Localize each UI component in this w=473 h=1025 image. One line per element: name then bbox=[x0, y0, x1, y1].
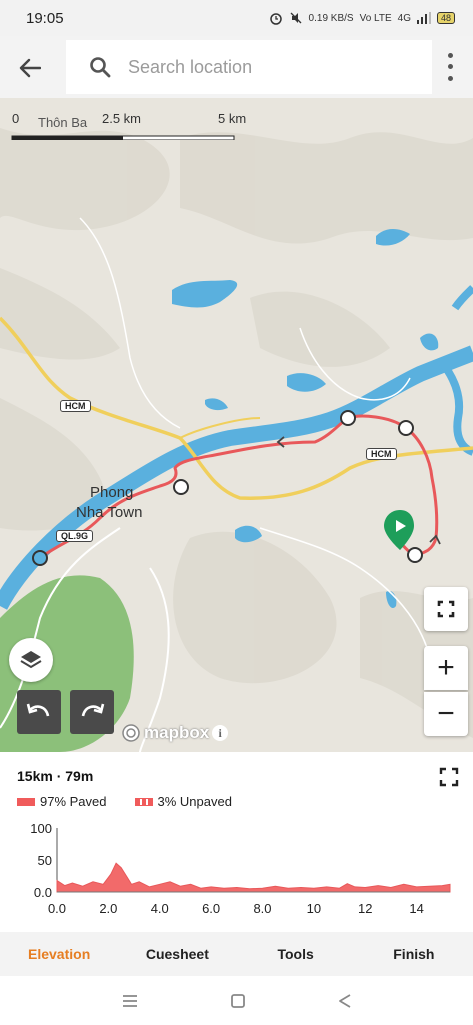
legend-paved-label: 97% Paved bbox=[40, 794, 107, 809]
x-tick-label: 0.0 bbox=[48, 901, 66, 916]
arrow-left-icon bbox=[19, 58, 41, 78]
status-time: 19:05 bbox=[26, 9, 64, 27]
more-options-button[interactable] bbox=[438, 50, 462, 84]
route-stats: 15km · 79m bbox=[17, 768, 94, 784]
battery-icon: 48 bbox=[436, 12, 455, 24]
place-label-thon-ba: Thôn Ba bbox=[38, 115, 88, 130]
road-shield-hcm: HCM bbox=[366, 448, 397, 460]
search-input[interactable] bbox=[128, 56, 408, 78]
elevation-area bbox=[56, 862, 451, 893]
place-label-phong: Phong bbox=[90, 484, 134, 501]
status-icons: 0.19 KB/S Vo LTE 4G 48 bbox=[269, 11, 455, 25]
undo-icon bbox=[26, 703, 50, 717]
alarm-icon bbox=[269, 13, 282, 25]
tab-elevation[interactable]: Elevation bbox=[0, 946, 118, 962]
scale-label-zero: 0 bbox=[12, 111, 20, 126]
x-tick-label: 14 bbox=[409, 901, 423, 916]
minus-icon: − bbox=[437, 697, 455, 730]
more-dot bbox=[447, 75, 453, 81]
layers-button[interactable] bbox=[9, 638, 53, 682]
surface-legend: 97% Paved 3% Unpaved bbox=[17, 794, 232, 809]
x-tick-label: 4.0 bbox=[151, 901, 169, 916]
scale-label-max: 5 km bbox=[218, 111, 247, 126]
network-label: Vo LTE bbox=[359, 12, 392, 24]
search-icon bbox=[90, 57, 111, 78]
elevation-panel: 15km · 79m 97% Paved 3% Unpaved 0.0 50 100… bbox=[0, 752, 473, 932]
search-box[interactable] bbox=[66, 40, 432, 94]
x-tick-label: 12 bbox=[358, 901, 372, 916]
mapbox-text: mapbox bbox=[144, 723, 210, 742]
mapbox-attribution[interactable]: mapbox i bbox=[121, 723, 229, 743]
x-tick-label: 10 bbox=[307, 901, 321, 916]
plus-icon: + bbox=[437, 651, 455, 684]
mapbox-logo-icon bbox=[122, 724, 140, 742]
map-canvas[interactable] bbox=[0, 98, 473, 752]
back-triangle-icon[interactable] bbox=[337, 992, 353, 1010]
x-tick-label: 2.0 bbox=[99, 901, 117, 916]
more-vert-icon bbox=[447, 53, 453, 59]
y-tick-label: 0.0 bbox=[34, 885, 52, 900]
legend-unpaved: 3% Unpaved bbox=[134, 794, 232, 809]
system-nav-bar bbox=[0, 976, 473, 1025]
place-label-nha-town: Nha Town bbox=[76, 504, 143, 521]
paved-swatch bbox=[17, 797, 35, 806]
signal-label: 4G bbox=[397, 12, 411, 24]
redo-button[interactable] bbox=[70, 690, 114, 734]
more-dot bbox=[447, 64, 453, 70]
y-tick-label: 50 bbox=[38, 853, 52, 868]
y-tick-label: 100 bbox=[30, 821, 52, 836]
x-tick-label: 8.0 bbox=[253, 901, 271, 916]
menu-icon[interactable] bbox=[121, 993, 139, 1009]
signal-icon bbox=[416, 12, 431, 24]
home-icon[interactable] bbox=[229, 992, 247, 1010]
tab-tools[interactable]: Tools bbox=[237, 946, 355, 962]
zoom-in-button[interactable]: + bbox=[424, 646, 468, 690]
status-bar: 19:05 0.19 KB/S Vo LTE 4G 48 bbox=[0, 0, 473, 36]
legend-unpaved-label: 3% Unpaved bbox=[157, 794, 232, 809]
road-shield-ql9g: QL.9G bbox=[56, 530, 94, 542]
bottom-tab-bar: Elevation Cuesheet Tools Finish bbox=[0, 932, 473, 976]
zoom-out-button[interactable]: − bbox=[424, 692, 468, 736]
x-tick-label: 6.0 bbox=[202, 901, 220, 916]
legend-paved: 97% Paved bbox=[17, 794, 107, 809]
back-button[interactable] bbox=[14, 52, 46, 84]
road-shield-hcm: HCM bbox=[60, 400, 91, 412]
layers-icon bbox=[20, 651, 42, 669]
fullscreen-icon bbox=[437, 600, 455, 618]
app-bar bbox=[0, 36, 473, 98]
info-icon[interactable]: i bbox=[212, 725, 229, 741]
elevation-chart[interactable]: 0.0 50 100 0.0 2.0 4.0 6.0 8.0 10 12 14 bbox=[0, 820, 473, 932]
undo-button[interactable] bbox=[17, 690, 61, 734]
scale-label-mid: 2.5 km bbox=[102, 111, 142, 126]
net-speed: 0.19 KB/S bbox=[308, 12, 354, 24]
fullscreen-button[interactable] bbox=[424, 587, 468, 631]
unpaved-swatch bbox=[134, 797, 153, 806]
mute-icon bbox=[290, 12, 302, 24]
redo-icon bbox=[81, 703, 105, 717]
map-view[interactable]: 0 Thôn Ba 2.5 km 5 km Phong Nha Town HCM… bbox=[0, 98, 473, 752]
expand-panel-button[interactable] bbox=[438, 766, 460, 788]
tab-finish[interactable]: Finish bbox=[355, 946, 473, 962]
tab-cuesheet[interactable]: Cuesheet bbox=[118, 946, 236, 962]
